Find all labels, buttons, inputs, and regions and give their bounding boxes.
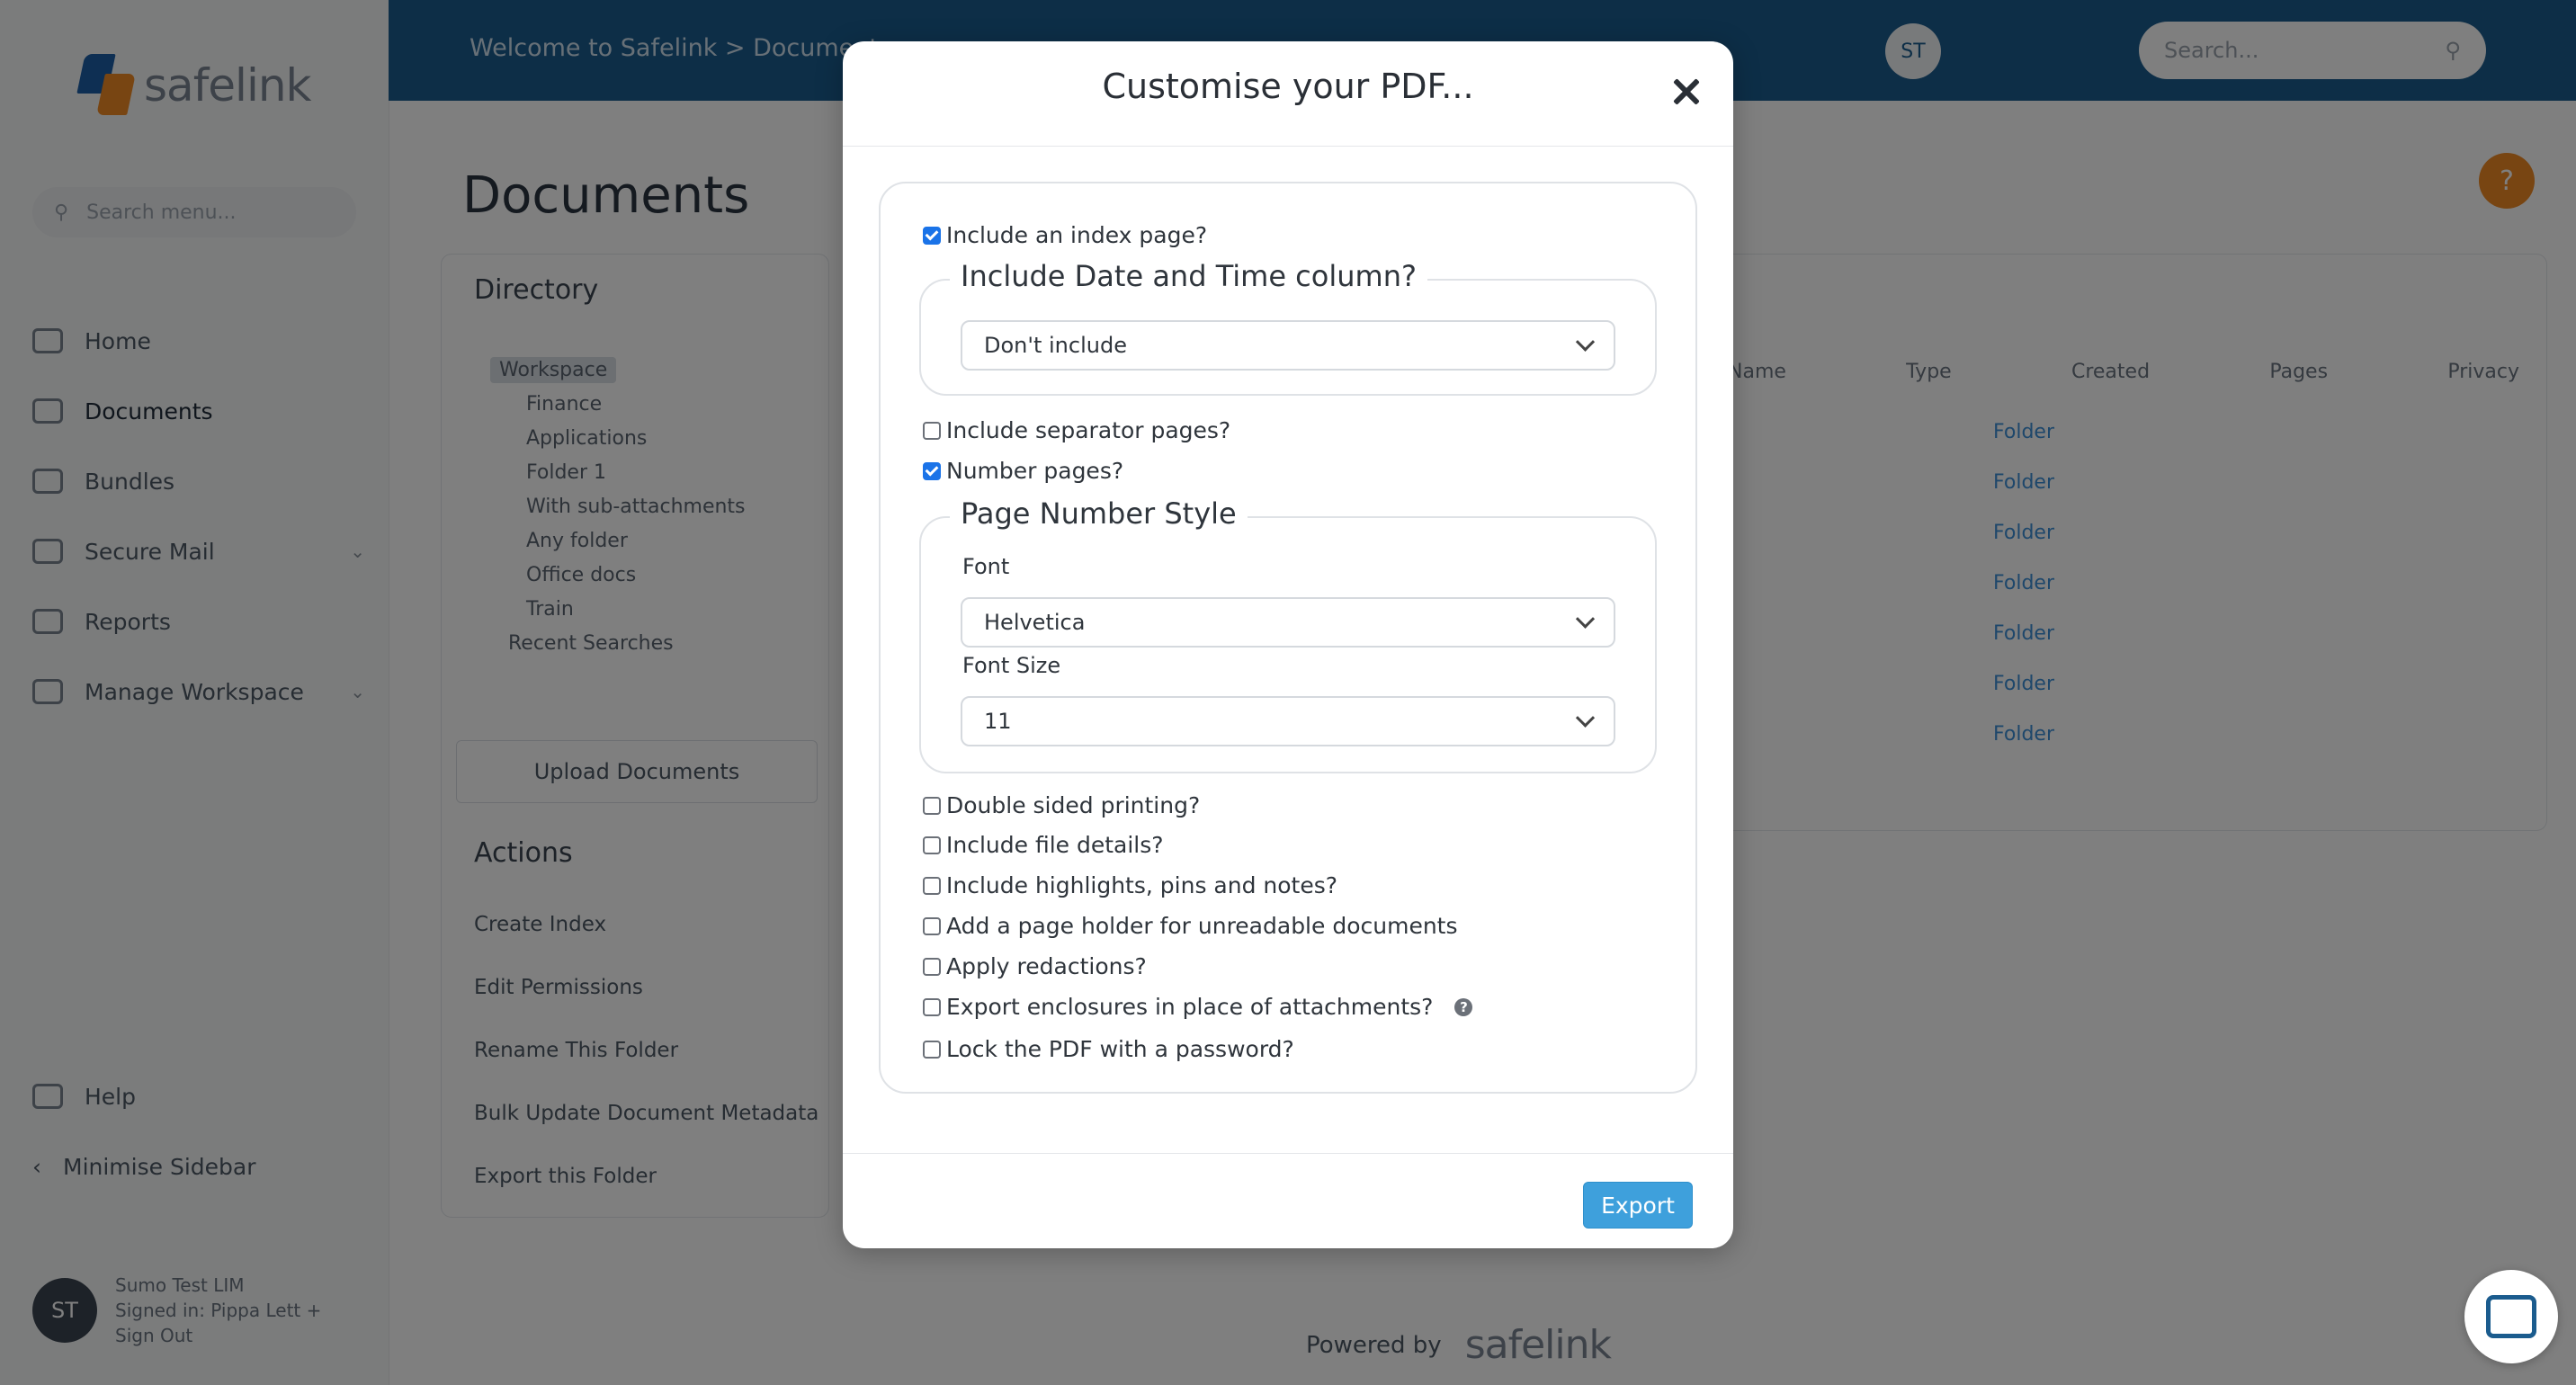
separator-pages-checkbox[interactable] [923,421,941,440]
chevron-down-icon [1575,708,1596,728]
page-number-style-fieldset: Page Number Style Font Helvetica Font Si… [919,496,1657,773]
chat-widget-button[interactable] [2464,1270,2558,1363]
highlights-option[interactable]: Include highlights, pins and notes? [923,872,1337,898]
option-label: Lock the PDF with a password? [946,1036,1294,1062]
option-label: Export enclosures in place of attachment… [946,994,1434,1020]
option-label: Include file details? [946,832,1164,858]
redactions-checkbox[interactable] [923,957,941,976]
font-size-label: Font Size [962,653,1061,678]
select-value: 11 [984,709,1012,734]
chat-icon [2486,1295,2536,1338]
modal-header: Customise your PDF... [843,41,1733,147]
close-icon[interactable] [1667,72,1706,112]
double-sided-checkbox[interactable] [923,796,941,815]
select-value: Don't include [984,333,1127,358]
page-holder-option[interactable]: Add a page holder for unreadable documen… [923,913,1458,939]
option-label: Add a page holder for unreadable documen… [946,913,1458,939]
chevron-down-icon [1575,332,1596,352]
chevron-down-icon [1575,609,1596,629]
enclosures-checkbox[interactable] [923,997,941,1016]
modal-footer: Export [843,1153,1733,1249]
file-details-checkbox[interactable] [923,835,941,854]
modal-title: Customise your PDF... [1102,67,1474,106]
option-label: Number pages? [946,458,1124,484]
option-label: Apply redactions? [946,953,1147,979]
include-index-checkbox[interactable] [923,226,941,245]
option-label: Include highlights, pins and notes? [946,872,1338,898]
font-label: Font [962,554,1010,579]
option-label: Include separator pages? [946,417,1231,443]
option-label: Double sided printing? [946,792,1201,818]
lock-pdf-option[interactable]: Lock the PDF with a password? [923,1036,1294,1062]
double-sided-option[interactable]: Double sided printing? [923,792,1200,818]
font-size-select[interactable]: 11 [961,696,1615,746]
fieldset-legend: Page Number Style [950,496,1248,531]
lock-pdf-checkbox[interactable] [923,1040,941,1059]
highlights-checkbox[interactable] [923,876,941,895]
date-time-fieldset: Include Date and Time column? Don't incl… [919,259,1657,396]
question-icon[interactable]: ? [1454,997,1473,1016]
font-select[interactable]: Helvetica [961,597,1615,648]
date-time-select[interactable]: Don't include [961,320,1615,371]
page-holder-checkbox[interactable] [923,916,941,935]
number-pages-option[interactable]: Number pages? [923,458,1123,484]
number-pages-checkbox[interactable] [923,461,941,480]
export-button[interactable]: Export [1583,1182,1693,1229]
separator-pages-option[interactable]: Include separator pages? [923,417,1230,443]
redactions-option[interactable]: Apply redactions? [923,953,1147,979]
select-value: Helvetica [984,610,1086,635]
fieldset-legend: Include Date and Time column? [950,259,1427,293]
include-index-option[interactable]: Include an index page? [923,222,1207,248]
enclosures-option[interactable]: Export enclosures in place of attachment… [923,994,1473,1020]
option-label: Include an index page? [946,222,1208,248]
file-details-option[interactable]: Include file details? [923,832,1164,858]
